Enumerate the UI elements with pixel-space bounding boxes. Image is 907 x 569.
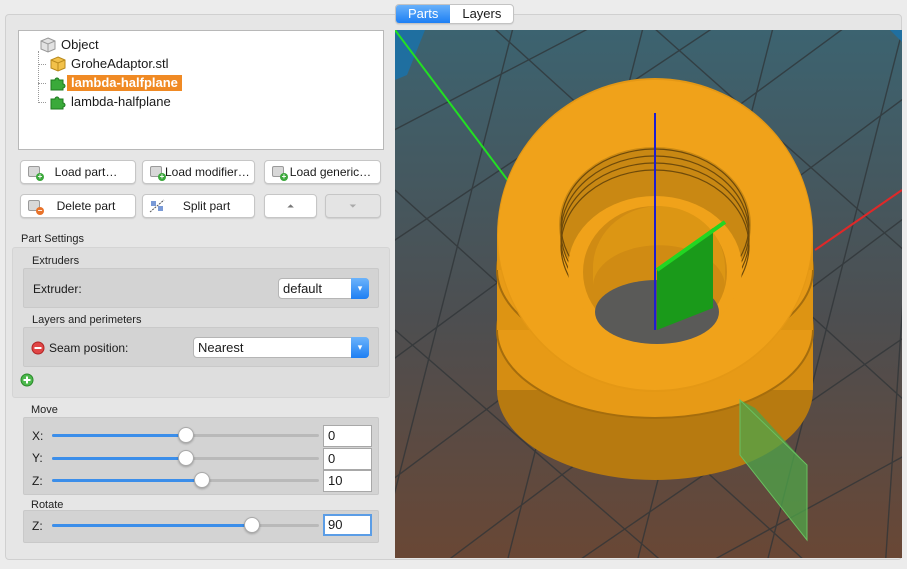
- delete-part-button[interactable]: − Delete part: [20, 194, 136, 218]
- load-modifier-button[interactable]: + Load modifier…: [142, 160, 255, 184]
- seam-position-value: Nearest: [198, 340, 244, 355]
- load-part-label: Load part…: [54, 165, 118, 179]
- tree-item-label: Object: [61, 37, 99, 52]
- slider-knob[interactable]: [177, 427, 194, 443]
- tree-item-modifier[interactable]: lambda-halfplane: [49, 93, 175, 111]
- move-up-button[interactable]: ⏶: [264, 194, 317, 218]
- seam-position-label: Seam position:: [49, 341, 129, 355]
- move-z-label: Z:: [32, 474, 43, 488]
- load-part-button[interactable]: + Load part…: [20, 160, 136, 184]
- object-cube-icon: [40, 37, 56, 53]
- tree-connector: [38, 83, 46, 84]
- slider-fill: [52, 457, 186, 460]
- slider-knob[interactable]: [177, 450, 194, 466]
- move-x-label: X:: [32, 429, 44, 443]
- chevron-down-icon: ▾: [351, 337, 369, 358]
- part-cube-icon: [50, 56, 66, 72]
- load-modifier-label: Load modifier…: [165, 165, 250, 179]
- extruder-label: Extruder:: [33, 282, 82, 296]
- load-modifier-icon: +: [149, 164, 166, 181]
- layers-perimeters-title: Layers and perimeters: [32, 314, 142, 326]
- slider-fill: [52, 434, 186, 437]
- rotate-z-label: Z:: [32, 519, 43, 533]
- tree-item-modifier-selected[interactable]: lambda-halfplane: [49, 74, 182, 92]
- remove-setting-icon[interactable]: [31, 341, 45, 355]
- slider-knob[interactable]: [193, 472, 210, 488]
- slider-fill: [52, 479, 202, 482]
- split-part-icon: [149, 198, 165, 214]
- tree-connector: [38, 64, 46, 65]
- tree-item-label: lambda-halfplane: [71, 94, 171, 109]
- tree-item-part[interactable]: GroheAdaptor.stl: [49, 55, 173, 73]
- object-tree[interactable]: Object GroheAdaptor.stl lambda-halfplane…: [18, 30, 384, 150]
- move-y-label: Y:: [32, 451, 43, 465]
- move-x-slider[interactable]: [52, 427, 319, 443]
- add-setting-icon[interactable]: [20, 373, 34, 387]
- view-tabbar: Parts Layers: [395, 4, 515, 24]
- rotate-z-slider[interactable]: [52, 517, 319, 533]
- load-generic-label: Load generic…: [289, 165, 372, 179]
- tab-layers[interactable]: Layers: [450, 5, 513, 23]
- rotate-z-input[interactable]: 90: [323, 514, 372, 536]
- seam-position-select[interactable]: Nearest ▾: [193, 337, 369, 358]
- move-y-input[interactable]: 0: [323, 448, 372, 470]
- move-z-slider[interactable]: [52, 472, 319, 488]
- delete-part-icon: −: [27, 198, 44, 215]
- chevron-down-icon: ▾: [351, 278, 369, 299]
- 3d-viewport[interactable]: [395, 30, 902, 558]
- load-generic-icon: +: [271, 164, 288, 181]
- split-part-button[interactable]: Split part: [142, 194, 255, 218]
- extruder-select[interactable]: default ▾: [278, 278, 369, 299]
- extruder-select-value: default: [283, 281, 323, 296]
- move-title: Move: [31, 404, 58, 416]
- modifier-puzzle-icon: [50, 96, 66, 110]
- load-generic-button[interactable]: + Load generic…: [264, 160, 381, 184]
- move-y-slider[interactable]: [52, 450, 319, 466]
- split-part-label: Split part: [182, 199, 231, 213]
- move-x-input[interactable]: 0: [323, 425, 372, 447]
- move-down-button[interactable]: ⏷: [325, 194, 381, 218]
- delete-part-label: Delete part: [56, 199, 116, 213]
- arrow-down-icon: ⏷: [349, 200, 357, 211]
- 3d-scene: [395, 30, 902, 558]
- tree-item-label: lambda-halfplane: [67, 75, 182, 91]
- extruders-title: Extruders: [32, 255, 80, 267]
- tree-connector: [38, 51, 39, 103]
- modifier-puzzle-icon: [50, 77, 66, 91]
- part-settings-title: Part Settings: [21, 233, 84, 245]
- move-z-input[interactable]: 10: [323, 470, 372, 492]
- tree-item-object[interactable]: Object: [39, 36, 103, 54]
- tab-parts[interactable]: Parts: [396, 5, 451, 23]
- tree-item-label: GroheAdaptor.stl: [71, 56, 169, 71]
- load-part-icon: +: [27, 164, 44, 181]
- slider-fill: [52, 524, 253, 527]
- tree-connector: [38, 102, 46, 103]
- arrow-up-icon: ⏶: [286, 200, 295, 211]
